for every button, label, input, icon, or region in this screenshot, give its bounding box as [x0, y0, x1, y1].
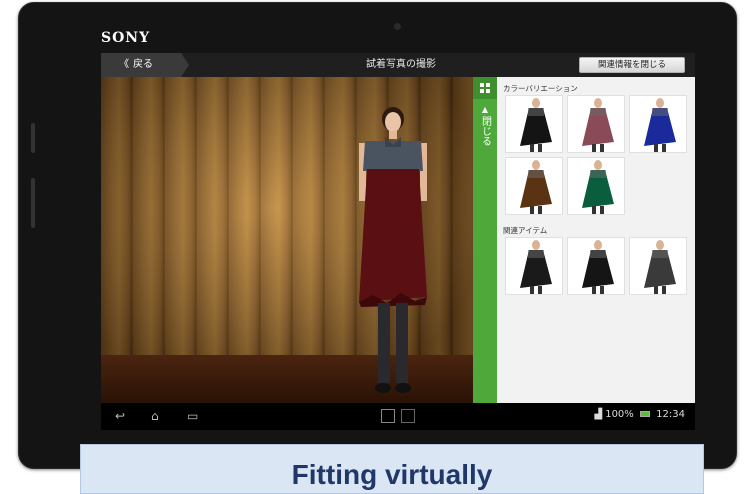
power-button [31, 123, 35, 153]
front-camera [394, 23, 401, 30]
color-variation-thumb-1[interactable] [505, 95, 563, 153]
collapse-label: 閉じる [479, 116, 491, 146]
model-figure [359, 107, 427, 393]
patterned-dress-thumbnail [644, 240, 676, 294]
related-info-panel: カラーバリエーション 関連アイテム [497, 77, 695, 403]
collapse-panel-button[interactable]: ▲ 閉じる [473, 103, 497, 163]
clock: 12:34 [656, 409, 685, 420]
caption-text: Fitting virtually [291, 459, 493, 490]
black-tunic-thumbnail [582, 240, 614, 294]
dress-brown-thumbnail [520, 160, 552, 214]
related-items-title: 関連アイテム [503, 226, 548, 235]
tablet-device: SONY 《戻る 試着写真の撮影 関連情報を閉じる ▲ 閉じる カラーバリエーシ… [18, 2, 737, 469]
recent-apps-icon[interactable]: ▭ [187, 409, 198, 423]
chevron-left-icon: 《 [119, 59, 129, 70]
signal-icon: ▟ [594, 409, 603, 420]
brand-logo: SONY [101, 30, 151, 46]
small-app-icon[interactable] [401, 409, 415, 423]
dress-green-thumbnail [582, 160, 614, 214]
back-nav-icon[interactable]: ↩ [115, 409, 125, 423]
color-variation-thumb-5[interactable] [567, 157, 625, 215]
triangle-up-icon: ▲ [481, 105, 489, 114]
color-variation-thumb-4[interactable] [505, 157, 563, 215]
color-variation-thumb-3[interactable] [629, 95, 687, 153]
back-label: 戻る [133, 59, 153, 70]
system-nav-bar: ↩ ⌂ ▭ ▟ 100% 12:34 [101, 403, 695, 430]
close-related-info-button[interactable]: 関連情報を閉じる [579, 57, 685, 73]
action-bar: 《戻る 試着写真の撮影 関連情報を閉じる [101, 53, 695, 77]
screen-title: 試着写真の撮影 [366, 59, 436, 70]
related-item-thumb-3[interactable] [629, 237, 687, 295]
dress-black-thumbnail [520, 98, 552, 152]
volume-button [31, 178, 35, 228]
color-variation-title: カラーバリエーション [503, 84, 578, 93]
tablet-screen: 《戻る 試着写真の撮影 関連情報を閉じる ▲ 閉じる カラーバリエーション 関連… [101, 53, 695, 430]
color-variation-thumb-2[interactable] [567, 95, 625, 153]
side-tab: ▲ 閉じる [473, 77, 497, 403]
related-item-thumb-1[interactable] [505, 237, 563, 295]
dress-blue-thumbnail [644, 98, 676, 152]
grid-view-button[interactable] [473, 77, 497, 99]
black-sheath-dress-thumbnail [520, 240, 552, 294]
battery-percent: 100% [605, 409, 634, 420]
battery-icon [639, 411, 650, 417]
grid-icon [480, 83, 490, 93]
small-apps-bar [373, 409, 423, 423]
caption-banner: Fitting virtually [80, 444, 704, 494]
dress-mauve-thumbnail [582, 98, 614, 152]
status-area: ▟ 100% 12:34 [594, 409, 685, 420]
small-app-icon[interactable] [381, 409, 395, 423]
back-button[interactable]: 《戻る [101, 53, 189, 77]
home-icon[interactable]: ⌂ [151, 409, 159, 423]
related-item-thumb-2[interactable] [567, 237, 625, 295]
fitting-photo[interactable] [101, 77, 473, 403]
